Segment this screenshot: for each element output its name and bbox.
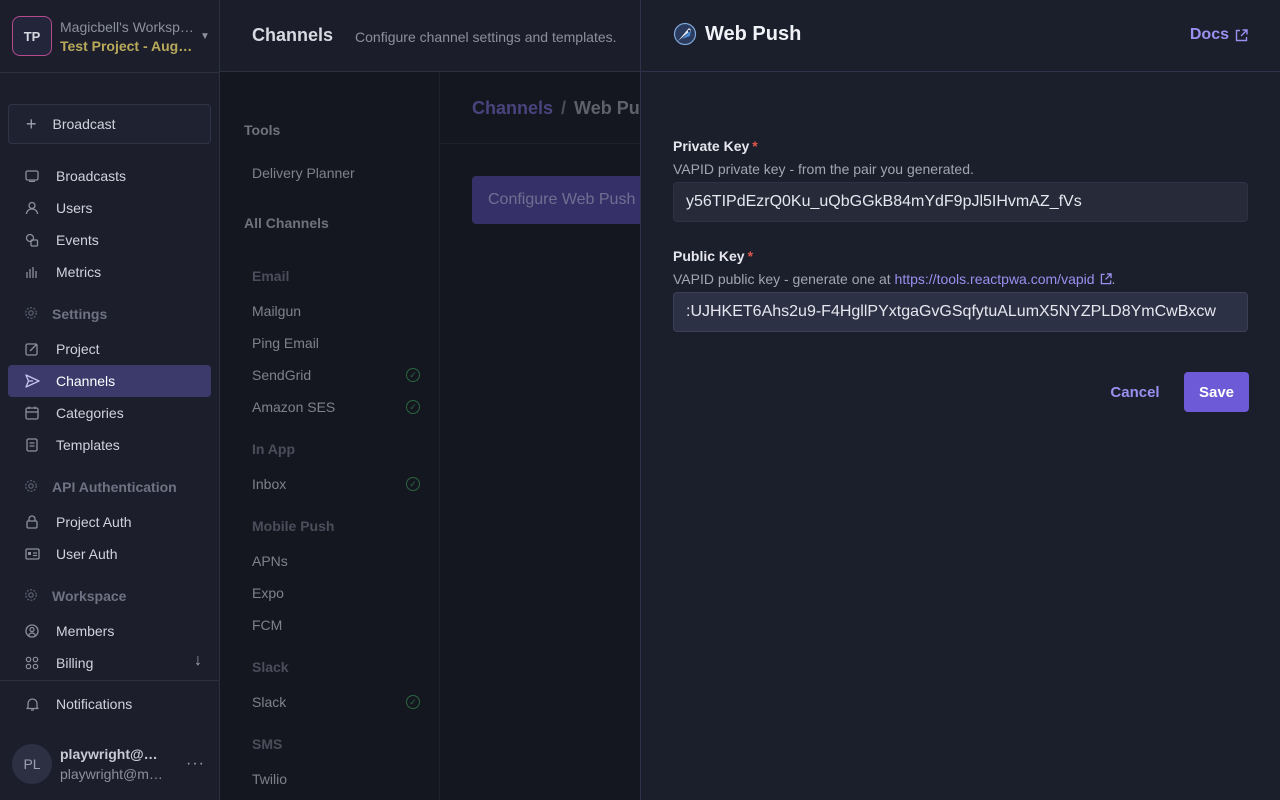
new-broadcast-button[interactable]: + Broadcast — [8, 104, 211, 144]
grid-icon — [24, 655, 40, 671]
workspace-switcher[interactable]: TP Magicbell's Workspace Test Project - … — [12, 16, 212, 56]
divider — [0, 72, 219, 73]
metrics-icon — [24, 264, 40, 280]
send-icon — [24, 373, 40, 389]
arrow-down-icon[interactable]: ↓ — [194, 652, 202, 670]
chevron-down-icon: ▼ — [200, 30, 210, 42]
sidebar-item-project[interactable]: Project — [8, 333, 211, 365]
calendar-icon — [24, 405, 40, 421]
drawer-header: Web Push Docs — [641, 0, 1280, 72]
public-key-input[interactable] — [673, 292, 1248, 332]
drawer-title: Web Push — [705, 22, 802, 45]
sidebar-item-members[interactable]: Members — [8, 615, 211, 647]
events-icon — [24, 232, 40, 248]
section-workspace: Workspace — [8, 580, 126, 612]
docs-link[interactable]: Docs — [1190, 26, 1248, 44]
sidebar-item-categories[interactable]: Categories — [8, 397, 211, 429]
web-push-logo-icon — [673, 22, 697, 46]
private-key-label: Private Key * — [673, 138, 758, 154]
id-card-icon — [24, 546, 40, 562]
workspace-avatar: TP — [12, 16, 52, 56]
public-key-help: VAPID public key - generate one at https… — [673, 271, 1116, 287]
sidebar-item-templates[interactable]: Templates — [8, 429, 211, 461]
sidebar-item-notifications[interactable]: Notifications — [8, 688, 211, 720]
sidebar-item-events[interactable]: Events — [8, 224, 211, 256]
gear-icon — [24, 588, 40, 604]
workspace-name: Magicbell's Workspace — [60, 18, 196, 35]
sidebar-item-users[interactable]: Users — [8, 192, 211, 224]
section-settings: Settings — [8, 298, 107, 330]
sidebar-item-project-auth[interactable]: Project Auth — [8, 506, 211, 538]
user-menu[interactable]: PL playwright@magicbell.com playwright@m… — [12, 744, 212, 784]
private-key-input[interactable] — [673, 182, 1248, 222]
user-icon — [24, 200, 40, 216]
project-name: Test Project - August — [60, 37, 196, 54]
gear-icon — [24, 306, 40, 322]
sidebar-item-billing[interactable]: Billing — [8, 647, 211, 679]
cancel-button[interactable]: Cancel — [1097, 372, 1173, 412]
plus-icon: + — [26, 113, 37, 134]
sidebar-item-metrics[interactable]: Metrics — [8, 256, 211, 288]
sidebar: TP Magicbell's Workspace Test Project - … — [0, 0, 220, 800]
private-key-help: VAPID private key - from the pair you ge… — [673, 161, 974, 177]
avatar: PL — [12, 744, 52, 784]
sidebar-item-broadcasts[interactable]: Broadcasts — [8, 160, 211, 192]
document-icon — [24, 437, 40, 453]
page-title: Channels — [252, 25, 334, 45]
save-button[interactable]: Save — [1184, 372, 1249, 412]
sidebar-item-user-auth[interactable]: User Auth — [8, 538, 211, 570]
vapid-generator-link[interactable]: https://tools.reactpwa.com/vapid — [895, 271, 1095, 287]
gear-icon — [24, 479, 40, 495]
user-email: playwright@magicbell.com — [60, 766, 168, 782]
external-link-icon — [1235, 28, 1248, 41]
broadcast-label: Broadcast — [52, 116, 116, 132]
modal-backdrop[interactable] — [220, 72, 640, 800]
members-icon — [24, 623, 40, 639]
edit-icon — [24, 341, 40, 357]
inbox-icon — [24, 168, 40, 184]
public-key-label: Public Key * — [673, 248, 754, 264]
web-push-drawer: Web Push Docs Private Key * VAPID private… — [640, 0, 1280, 800]
sidebar-item-channels[interactable]: Channels — [8, 365, 211, 397]
lock-icon — [24, 514, 40, 530]
section-api-authentication: API Authentication — [8, 471, 177, 503]
bell-icon — [24, 696, 40, 712]
divider — [0, 680, 219, 681]
user-name: playwright@magicbell.com — [60, 746, 168, 762]
more-icon[interactable]: ··· — [186, 755, 205, 773]
page-subtitle: Configure channel settings and templates… — [355, 28, 617, 45]
external-link-icon — [1100, 273, 1112, 285]
